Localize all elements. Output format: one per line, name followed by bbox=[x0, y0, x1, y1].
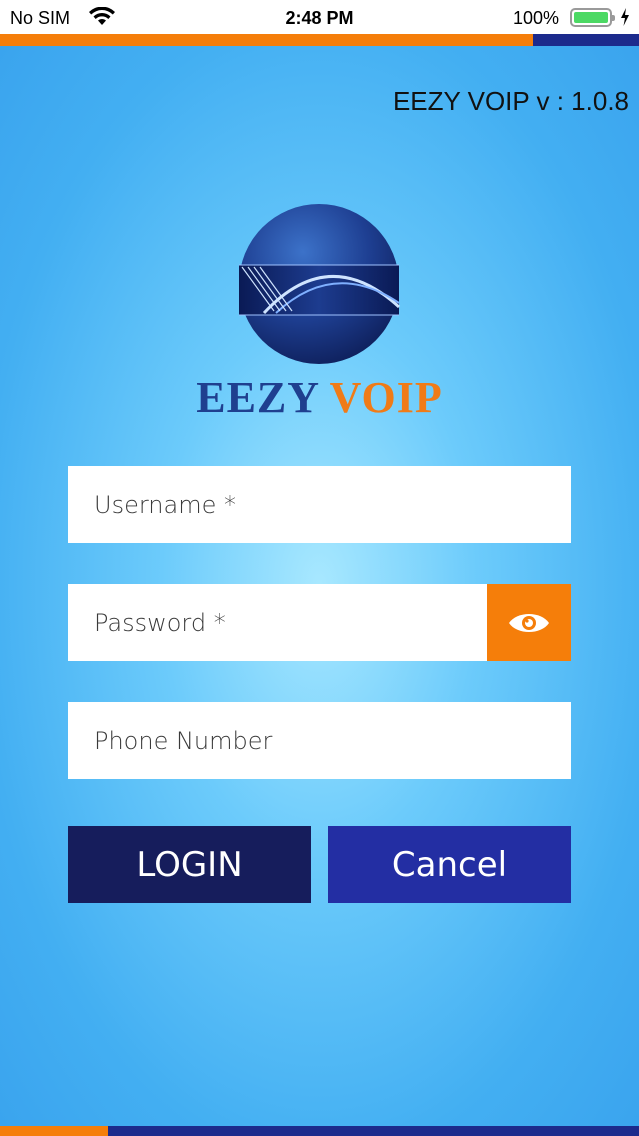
stripe-orange bbox=[0, 1126, 108, 1136]
stripe-navy bbox=[108, 1126, 639, 1136]
top-accent-stripe bbox=[0, 34, 639, 46]
bottom-accent-stripe bbox=[0, 1126, 639, 1136]
password-field[interactable] bbox=[68, 584, 487, 661]
battery-percent: 100% bbox=[513, 8, 560, 28]
globe-swoosh-logo bbox=[239, 204, 401, 364]
brand-title: EEZY VOIP bbox=[0, 372, 639, 423]
username-field[interactable] bbox=[68, 466, 571, 543]
show-password-button[interactable] bbox=[487, 584, 571, 661]
status-bar: No SIM 2:48 PM 100% bbox=[0, 0, 639, 34]
charging-bolt-icon bbox=[621, 8, 629, 26]
cancel-button[interactable]: Cancel bbox=[328, 826, 571, 903]
stripe-orange bbox=[0, 34, 533, 46]
eye-icon bbox=[509, 613, 549, 632]
login-button[interactable]: LOGIN bbox=[68, 826, 311, 903]
stripe-navy bbox=[533, 34, 639, 46]
battery-icon bbox=[570, 8, 615, 27]
brand-part-voip: VOIP bbox=[329, 373, 443, 422]
version-label: EEZY VOIP v : 1.0.8 bbox=[392, 86, 629, 116]
brand-part-eezy: EEZY bbox=[196, 373, 319, 422]
battery-fill bbox=[574, 12, 608, 23]
phone-number-field[interactable] bbox=[68, 702, 571, 779]
